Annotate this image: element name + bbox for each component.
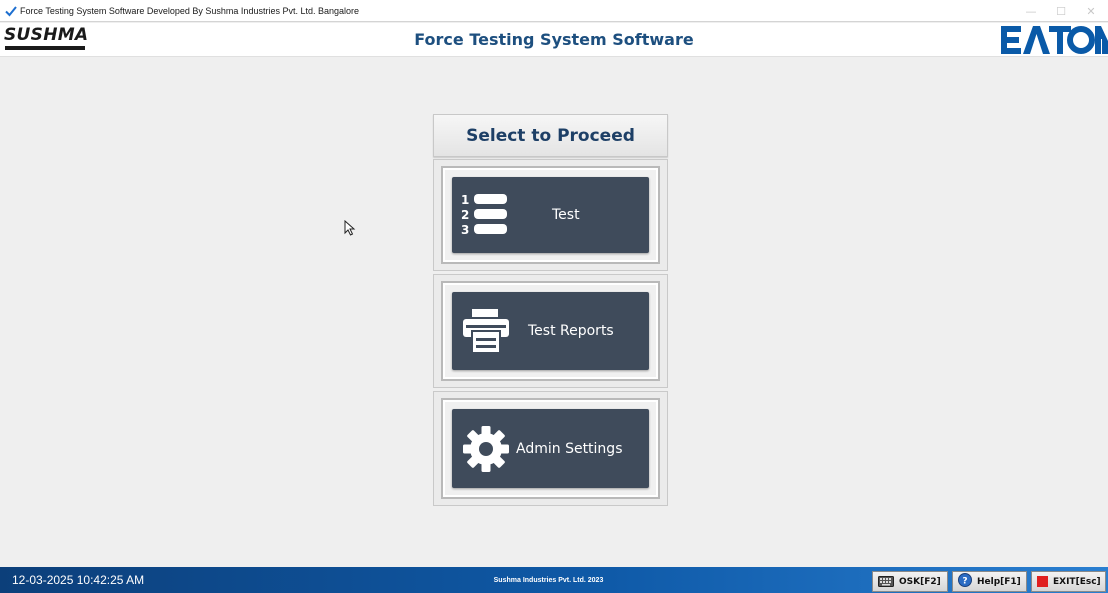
stop-icon [1037, 572, 1048, 591]
svg-text:?: ? [962, 577, 967, 587]
minimize-button[interactable]: — [1016, 0, 1046, 22]
admin-settings-button[interactable]: Admin Settings [452, 409, 649, 488]
mouse-cursor-icon [344, 219, 356, 236]
maximize-button[interactable]: ☐ [1046, 0, 1076, 22]
test-button[interactable]: 1 2 3 Test [452, 177, 649, 253]
close-window-button[interactable]: ✕ [1076, 0, 1106, 22]
test-button-label: Test [552, 207, 580, 223]
help-icon: ? [958, 572, 972, 591]
svg-text:2: 2 [461, 208, 469, 222]
numbered-list-icon: 1 2 3 [458, 177, 514, 253]
test-reports-card: Test Reports [433, 274, 668, 388]
app-header: SUSHMA Force Testing System Software [0, 23, 1108, 57]
osk-button[interactable]: OSK[F2] [872, 571, 948, 592]
keyboard-icon [878, 572, 894, 591]
test-reports-button[interactable]: Test Reports [452, 292, 649, 370]
app-check-icon [2, 0, 20, 22]
svg-text:3: 3 [461, 223, 469, 237]
menu-heading: Select to Proceed [433, 114, 668, 157]
help-button-label: Help[F1] [977, 576, 1021, 587]
help-button[interactable]: ? Help[F1] [952, 571, 1027, 592]
svg-text:1: 1 [461, 193, 469, 207]
osk-button-label: OSK[F2] [899, 576, 941, 587]
exit-button-label: EXIT[Esc] [1053, 576, 1101, 587]
app-title: Force Testing System Software [414, 30, 694, 49]
admin-settings-button-label: Admin Settings [516, 440, 623, 457]
gear-icon [458, 409, 514, 488]
admin-settings-card: Admin Settings [433, 391, 668, 506]
test-card: 1 2 3 Test [433, 159, 668, 271]
window-title: Force Testing System Software Developed … [20, 5, 360, 16]
eaton-logo [1000, 25, 1108, 55]
window-title-bar: Force Testing System Software Developed … [0, 0, 1108, 22]
printer-icon [458, 292, 514, 370]
exit-button[interactable]: EXIT[Esc] [1031, 571, 1106, 592]
test-reports-button-label: Test Reports [528, 323, 614, 339]
